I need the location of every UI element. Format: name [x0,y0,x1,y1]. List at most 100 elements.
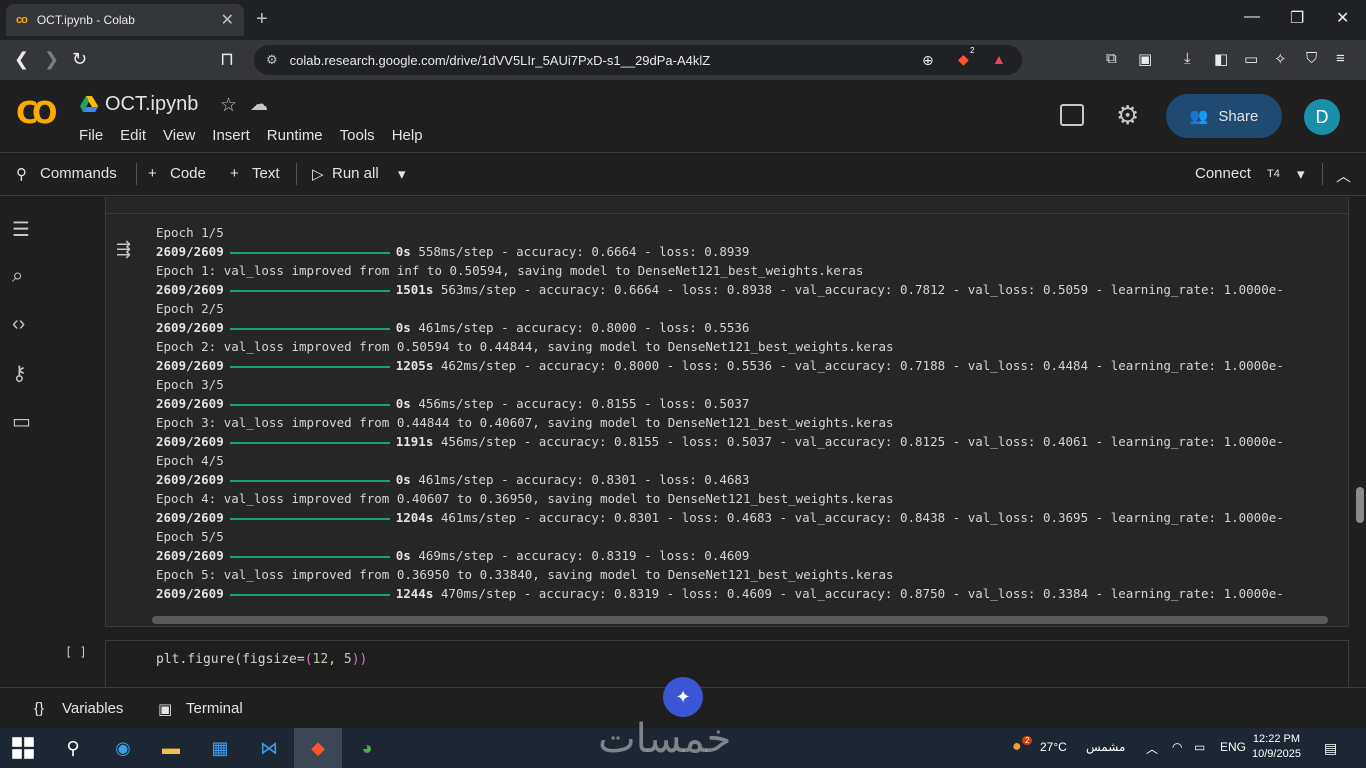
collapse-icon[interactable]: ︿ [1336,165,1351,186]
browser-navbar: ❮ ❯ ↻ ⊓ ⚙ colab.research.google.com/driv… [0,40,1366,80]
maximize-icon[interactable]: ❐ [1290,8,1304,28]
log-line: 2609/2609 1244s 470ms/step - accuracy: 0.… [156,584,1284,603]
table-of-contents-icon[interactable]: ☰ [12,217,30,242]
vpn-icon[interactable]: ⛉ [1306,50,1317,67]
log-line: 2609/2609 1204s 461ms/step - accuracy: 0.… [156,508,1284,527]
elapsed-time: 1205s [395,358,434,373]
terminal-icon[interactable]: ▣ [158,700,172,718]
brave-rewards-icon[interactable]: ▲ [992,51,1006,67]
leo-ai-icon[interactable]: ✧ [1274,50,1287,68]
menu-edit[interactable]: Edit [120,127,146,144]
weather-text[interactable]: مشمس [1086,740,1125,754]
add-code-icon[interactable]: + [148,165,157,182]
menu-tools[interactable]: Tools [340,127,375,144]
temperature[interactable]: 27°C [1040,740,1067,754]
files-folder-icon[interactable]: ▭ [12,409,31,434]
browser-tabstrip: co OCT.ipynb - Colab ✕ + — ❐ ✕ [0,0,1366,40]
windows-start-icon[interactable] [10,736,36,760]
variables-icon[interactable]: {} [34,700,44,717]
microsoft-store-icon[interactable]: ▦ [207,736,233,760]
wifi-icon[interactable]: ◠ [1172,740,1182,754]
brave-shield-icon[interactable]: ◆ [958,51,969,68]
find-replace-icon[interactable]: ⌕ [12,265,23,288]
back-icon[interactable]: ❮ [14,49,29,70]
vertical-scrollbar[interactable] [1356,487,1364,523]
variables-button[interactable]: Variables [62,700,123,717]
run-all-button[interactable]: Run all [332,165,379,182]
search-icon[interactable]: ⚲ [16,165,27,183]
tab-title: OCT.ipynb - Colab [36,13,135,27]
close-tab-icon[interactable]: ✕ [221,10,234,30]
reload-icon[interactable]: ↻ [72,49,87,70]
forward-icon[interactable]: ❯ [44,49,59,70]
code-line[interactable]: plt.figure(figsize=(12, 5)) [156,652,367,667]
vscode-icon[interactable]: ⋈ [256,736,282,760]
log-line: Epoch 4: val_loss improved from 0.40607 … [156,491,894,506]
bookmark-icon[interactable]: ⊓ [220,49,234,70]
colab-logo[interactable]: CO [16,96,57,131]
notebook-title[interactable]: OCT.ipynb [105,93,198,116]
elapsed-time: 0s [395,472,411,487]
address-bar[interactable]: ⚙ colab.research.google.com/drive/1dVV5L… [254,45,1022,75]
add-text-button[interactable]: Text [252,165,280,182]
menu-file[interactable]: File [79,127,103,144]
battery-icon[interactable]: ▭ [1194,740,1205,754]
progress-bar [229,365,390,368]
site-settings-icon[interactable]: ⚙ [266,52,278,68]
terminal-button[interactable]: Terminal [186,700,243,717]
comments-icon[interactable] [1060,104,1084,126]
tray-expand-icon[interactable]: ︿ [1146,740,1158,757]
connect-button[interactable]: Connect [1195,165,1251,182]
notifications-icon[interactable]: ▤ [1324,740,1337,757]
left-sidebar: ☰ ⌕ ‹› ⚷ ▭ [0,197,46,687]
output-actions-icon[interactable]: ⇶ [116,239,131,260]
commands-button[interactable]: Commands [40,165,117,182]
star-icon[interactable]: ☆ [220,94,237,117]
new-tab-icon[interactable]: + [256,8,268,31]
browser-tab[interactable]: co OCT.ipynb - Colab ✕ [6,4,244,36]
minimize-icon[interactable]: — [1244,8,1260,26]
file-explorer-icon[interactable]: ▬ [158,736,184,760]
connect-dropdown-icon[interactable]: ▾ [1297,165,1305,183]
cell-run-bracket[interactable]: [ ] [65,645,87,659]
add-text-icon[interactable]: + [230,165,239,182]
language-indicator[interactable]: ENG [1220,740,1246,754]
edge-icon[interactable]: ◉ [110,736,136,760]
url-text: colab.research.google.com/drive/1dVV5LIr… [289,52,711,68]
run-all-dropdown-icon[interactable]: ▾ [398,165,406,183]
settings-gear-icon[interactable]: ⚙ [1116,100,1139,131]
downloads-icon[interactable]: ⤓ [1184,50,1191,67]
elapsed-time: 0s [395,320,411,335]
menu-runtime[interactable]: Runtime [267,127,323,144]
weather-icon[interactable]: ● [1012,738,1022,756]
add-code-button[interactable]: Code [170,165,206,182]
gemini-sparkle-icon[interactable]: ✦ [663,677,703,717]
log-line: Epoch 3/5 [156,377,224,392]
menu-view[interactable]: View [163,127,195,144]
wallet-icon[interactable]: ▭ [1244,50,1258,68]
chrome-icon[interactable]: ◕ [354,736,380,760]
menu-insert[interactable]: Insert [212,127,250,144]
browser-menu-icon[interactable]: ≡ [1336,50,1345,67]
menu-help[interactable]: Help [392,127,423,144]
share-button[interactable]: 👥 Share [1166,94,1282,138]
horizontal-scrollbar[interactable] [152,616,1328,624]
toolbar-divider [296,163,297,185]
system-clock[interactable]: 12:22 PM 10/9/2025 [1252,732,1301,762]
extensions-icon[interactable]: ⧉ [1106,50,1117,67]
metrics-text: 461ms/step - accuracy: 0.8301 - loss: 0.… [440,510,1284,525]
progress-bar [229,441,390,444]
avatar[interactable]: D [1304,99,1340,135]
google-drive-icon [80,96,98,112]
secrets-key-icon[interactable]: ⚷ [12,361,27,386]
reading-mode-icon[interactable]: ▣ [1138,50,1152,68]
play-icon[interactable]: ▷ [312,165,324,183]
code-snippets-icon[interactable]: ‹› [12,313,25,336]
taskbar-search-icon[interactable]: ⚲ [60,736,86,760]
log-line: Epoch 2/5 [156,301,224,316]
people-icon: 👥 [1189,108,1209,125]
brave-taskbar-icon[interactable]: ◆ [305,736,331,760]
zoom-icon[interactable]: ⊕ [922,52,934,69]
close-window-icon[interactable]: ✕ [1336,8,1349,28]
sidebar-icon[interactable]: ◧ [1214,50,1228,68]
